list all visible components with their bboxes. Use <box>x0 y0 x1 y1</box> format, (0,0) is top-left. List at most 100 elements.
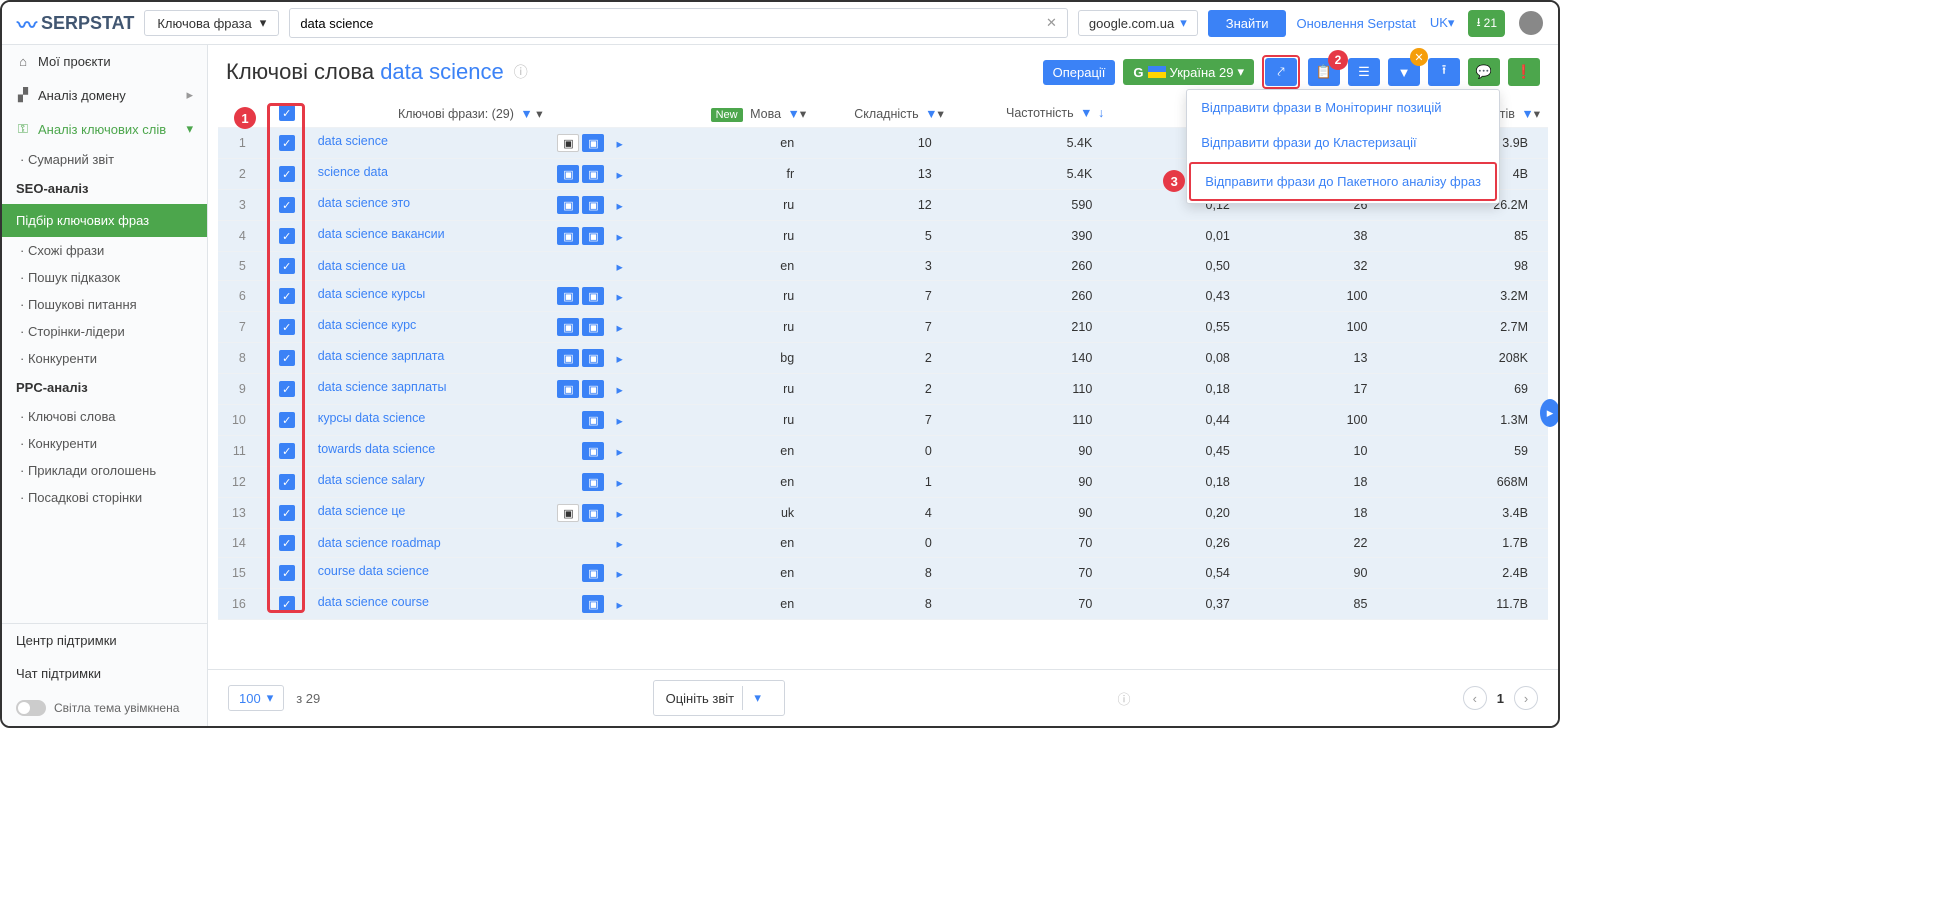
page-size-select[interactable]: 100 ▾ <box>228 685 284 711</box>
side-expand-handle[interactable]: ▸ <box>1540 399 1558 427</box>
info-icon[interactable]: ⓘ <box>1117 689 1130 708</box>
filter-clear-icon[interactable]: ✕ <box>1410 48 1428 66</box>
find-button[interactable]: Знайти <box>1208 10 1287 37</box>
theme-toggle[interactable]: Світла тема увімкнена <box>2 690 207 726</box>
expand-row-icon[interactable]: ▸ <box>608 259 622 274</box>
keyword-link[interactable]: science data <box>318 165 388 179</box>
row-checkbox[interactable]: ✓ <box>279 381 295 397</box>
col-difficulty[interactable]: Складність ▼▾ <box>814 99 952 128</box>
sidebar-sub-summary[interactable]: · Сумарний звіт <box>2 146 207 173</box>
sort-desc-icon[interactable]: ↓ <box>1098 106 1104 120</box>
keyword-link[interactable]: data science roadmap <box>318 536 441 550</box>
expand-row-icon[interactable]: ▸ <box>608 382 622 397</box>
dropdown-item-monitoring[interactable]: Відправити фрази в Моніторинг позицій <box>1187 90 1499 125</box>
expand-row-icon[interactable]: ▸ <box>608 566 622 581</box>
clear-icon[interactable]: ✕ <box>1046 15 1057 31</box>
row-checkbox[interactable]: ✓ <box>279 135 295 151</box>
chevron-down-icon[interactable]: ▾ <box>742 686 772 710</box>
filter-icon[interactable]: ▼ <box>1080 106 1092 120</box>
feedback-button[interactable]: 💬 <box>1468 58 1500 86</box>
keyword-link[interactable]: data science курс <box>318 318 417 332</box>
sidebar-sub-ppc-keywords[interactable]: · Ключові слова <box>2 403 207 430</box>
row-checkbox[interactable]: ✓ <box>279 505 295 521</box>
filter-icon[interactable]: ▼ <box>788 107 800 121</box>
expand-row-icon[interactable]: ▸ <box>608 597 622 612</box>
col-keywords[interactable]: Ключові фрази: (29) ▼ ▾ <box>310 99 631 128</box>
row-checkbox[interactable]: ✓ <box>279 443 295 459</box>
pager-prev[interactable]: ‹ <box>1463 686 1487 710</box>
row-checkbox[interactable]: ✓ <box>279 535 295 551</box>
row-checkbox[interactable]: ✓ <box>279 350 295 366</box>
region-select[interactable]: G Україна 29 ▾ <box>1123 59 1254 85</box>
expand-row-icon[interactable]: ▸ <box>608 475 622 490</box>
download-badge[interactable]: ⭳ 21 <box>1468 10 1505 37</box>
row-checkbox[interactable]: ✓ <box>279 412 295 428</box>
filter-icon[interactable]: ▼ <box>925 107 937 121</box>
keyword-link[interactable]: data science вакансии <box>318 227 445 241</box>
row-checkbox[interactable]: ✓ <box>279 319 295 335</box>
support-center-link[interactable]: Центр підтримки <box>2 624 207 657</box>
row-checkbox[interactable]: ✓ <box>279 474 295 490</box>
updates-link[interactable]: Оновлення Serpstat <box>1296 16 1415 31</box>
row-checkbox[interactable]: ✓ <box>279 228 295 244</box>
expand-row-icon[interactable]: ▸ <box>608 444 622 459</box>
keyword-link[interactable]: data science salary <box>318 473 425 487</box>
expand-row-icon[interactable]: ▸ <box>608 506 622 521</box>
keyword-link[interactable]: data science зарплаты <box>318 380 447 394</box>
row-checkbox[interactable]: ✓ <box>279 565 295 581</box>
sidebar-sub-competitors[interactable]: · Конкуренти <box>2 345 207 372</box>
keyword-link[interactable]: data science это <box>318 196 410 210</box>
sidebar-sub-questions[interactable]: · Пошукові питання <box>2 291 207 318</box>
dropdown-item-clustering[interactable]: Відправити фрази до Кластеризації <box>1187 125 1499 160</box>
expand-row-icon[interactable]: ▸ <box>608 289 622 304</box>
expand-row-icon[interactable]: ▸ <box>608 167 622 182</box>
sidebar-sub-leaders[interactable]: · Сторінки-лідери <box>2 318 207 345</box>
keyword-link[interactable]: курсы data science <box>318 411 426 425</box>
sidebar-item-keywords[interactable]: ⚿ Аналіз ключових слів ▾ <box>2 112 207 146</box>
rate-report-button[interactable]: Оцініть звіт ▾ <box>653 680 786 716</box>
keyword-link[interactable]: data science це <box>318 504 406 518</box>
columns-button[interactable]: ☰ <box>1348 58 1380 86</box>
keyword-link[interactable]: data science course <box>318 595 429 609</box>
help-button[interactable]: ❗ <box>1508 58 1540 86</box>
row-checkbox[interactable]: ✓ <box>279 288 295 304</box>
expand-row-icon[interactable]: ▸ <box>608 536 622 551</box>
pager-next[interactable]: › <box>1514 686 1538 710</box>
filter-icon[interactable]: ▼ <box>1521 107 1533 121</box>
row-checkbox[interactable]: ✓ <box>279 197 295 213</box>
expand-row-icon[interactable]: ▸ <box>608 413 622 428</box>
col-lang[interactable]: New Мова ▼▾ <box>631 99 814 128</box>
chevron-down-icon[interactable]: ▾ <box>536 107 542 121</box>
keyword-link[interactable]: course data science <box>318 564 429 578</box>
sidebar-sub-ppc-competitors[interactable]: · Конкуренти <box>2 430 207 457</box>
expand-row-icon[interactable]: ▸ <box>608 320 622 335</box>
filter-icon[interactable]: ▼ <box>520 107 532 121</box>
dropdown-item-batch[interactable]: 3 Відправити фрази до Пакетного аналізу … <box>1189 162 1497 201</box>
keyword-link[interactable]: data science <box>318 134 388 148</box>
col-frequency[interactable]: Частотність ▼ ↓ <box>952 99 1113 128</box>
row-checkbox[interactable]: ✓ <box>279 596 295 612</box>
keyword-link[interactable]: data science зарплата <box>318 349 445 363</box>
keyword-link[interactable]: data science курсы <box>318 287 426 301</box>
keyword-link[interactable]: data science ua <box>318 259 406 273</box>
expand-row-icon[interactable]: ▸ <box>608 351 622 366</box>
operations-button[interactable]: Операції <box>1043 60 1116 85</box>
sidebar-item-projects[interactable]: ⌂ Мої проєкти <box>2 45 207 78</box>
database-select[interactable]: google.com.ua ▾ <box>1078 10 1198 36</box>
sidebar-sub-ppc-ads[interactable]: · Приклади оголошень <box>2 457 207 484</box>
select-all-checkbox[interactable]: ✓ <box>279 105 295 121</box>
sidebar-sub-similar[interactable]: · Схожі фрази <box>2 237 207 264</box>
sidebar-item-domain[interactable]: ▞ Аналіз домену ▸ <box>2 78 207 112</box>
support-chat-link[interactable]: Чат підтримки <box>2 657 207 690</box>
avatar[interactable] <box>1519 11 1543 35</box>
expand-row-icon[interactable]: ▸ <box>608 198 622 213</box>
search-type-dropdown[interactable]: Ключова фраза ▾ <box>144 10 279 36</box>
export-button[interactable]: ⭱ <box>1428 58 1460 86</box>
sidebar-sub-keyword-selection[interactable]: Підбір ключових фраз <box>2 204 207 237</box>
send-button[interactable]: ⤤ <box>1265 58 1297 86</box>
row-checkbox[interactable]: ✓ <box>279 166 295 182</box>
keyword-link[interactable]: towards data science <box>318 442 435 456</box>
info-icon[interactable]: ⓘ <box>514 62 528 82</box>
sidebar-sub-ppc-landings[interactable]: · Посадкові сторінки <box>2 484 207 511</box>
expand-row-icon[interactable]: ▸ <box>608 229 622 244</box>
